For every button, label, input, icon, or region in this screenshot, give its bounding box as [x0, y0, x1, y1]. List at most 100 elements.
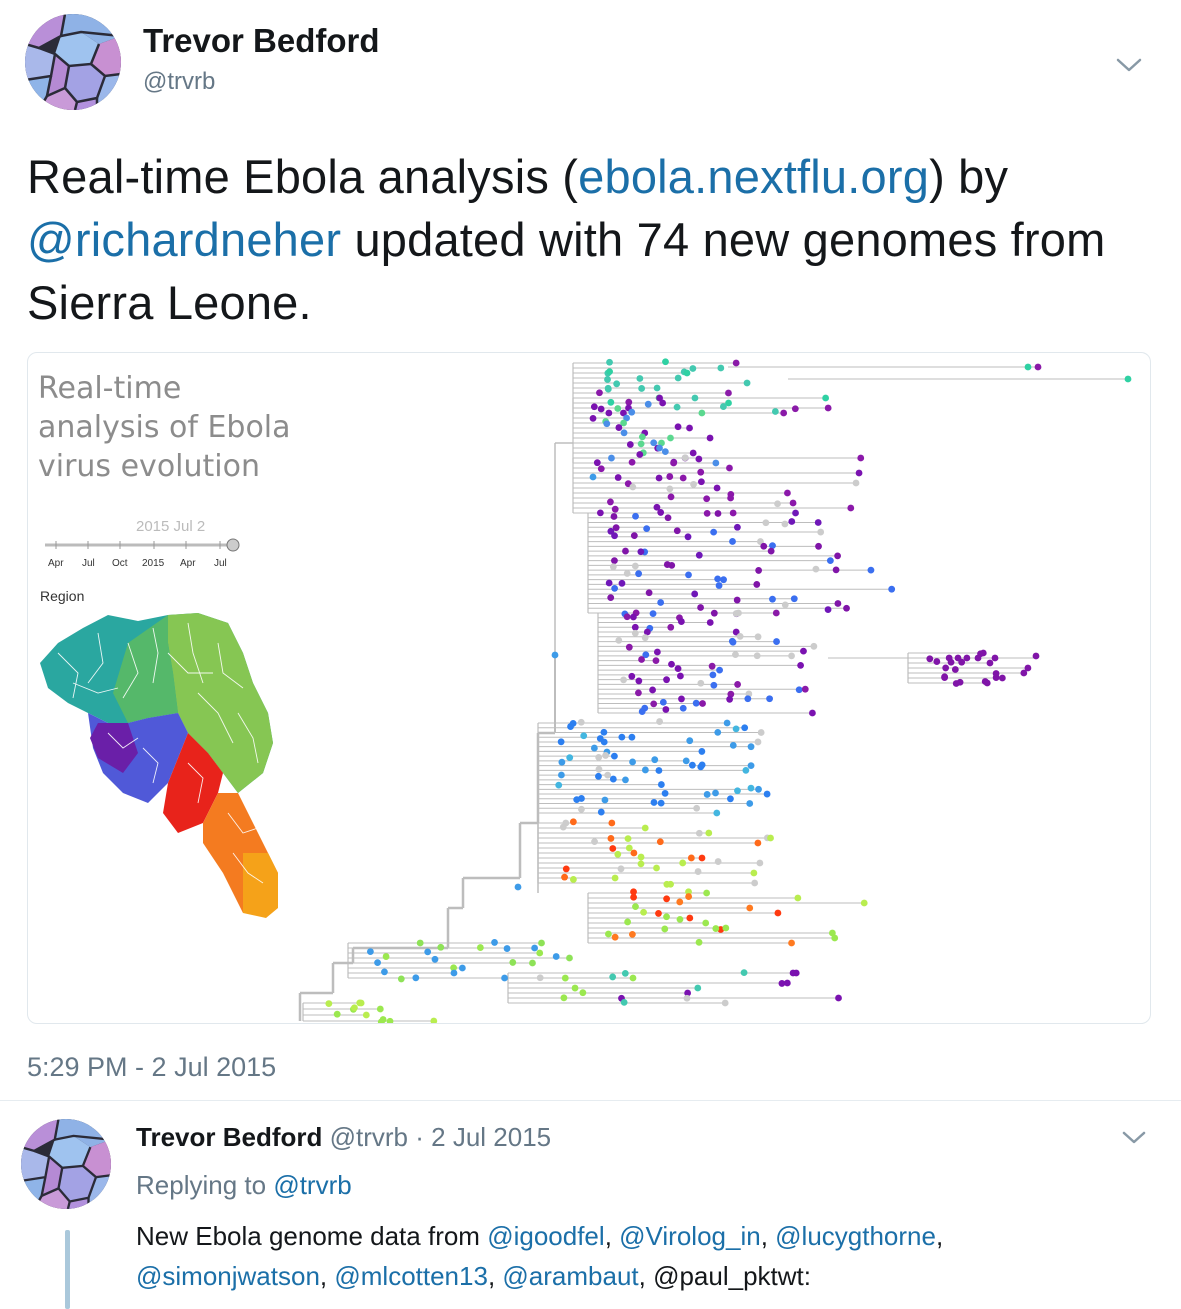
tweet-timestamp[interactable]: 5:29 PM - 2 Jul 2015: [27, 1052, 276, 1083]
tree-node: [653, 648, 661, 656]
tree-node: [637, 548, 645, 556]
tree-node: [557, 771, 565, 779]
timeline-slider[interactable]: [45, 538, 240, 552]
author-handle[interactable]: @trvrb: [143, 68, 215, 96]
timeline-tick: Apr: [180, 558, 196, 569]
tree-node: [589, 473, 597, 481]
tree-node: [600, 738, 608, 746]
mention-link[interactable]: @simonjwatson: [136, 1261, 320, 1291]
tree-node: [578, 805, 585, 813]
mention-link[interactable]: @igoodfel: [487, 1221, 604, 1251]
tree-node: [726, 695, 734, 703]
tree-node: [697, 478, 705, 486]
tree-node: [416, 939, 424, 947]
tree-node: [569, 818, 577, 826]
tree-node: [437, 943, 445, 951]
region-map: [40, 613, 278, 918]
tree-node: [750, 869, 758, 877]
tree-node: [755, 567, 763, 574]
tree-node: [623, 613, 631, 621]
tree-node: [788, 652, 795, 660]
tree-node: [710, 528, 718, 536]
tree-node: [947, 658, 955, 666]
tree-node: [625, 398, 633, 406]
tree-node: [376, 1005, 384, 1013]
reply-author-name[interactable]: Trevor Bedford: [136, 1122, 322, 1152]
tree-node: [666, 485, 674, 493]
tree-node: [734, 787, 741, 795]
tree-node: [789, 499, 797, 507]
tree-node: [691, 394, 699, 402]
tree-node: [450, 969, 458, 977]
tree-node: [755, 785, 762, 793]
tree-node: [662, 358, 669, 366]
tree-node: [650, 439, 658, 447]
author-name[interactable]: Trevor Bedford: [143, 22, 380, 60]
tree-node: [706, 434, 714, 442]
mention-link[interactable]: @lucygthorne: [775, 1221, 936, 1251]
tree-node: [628, 672, 636, 680]
tweet-link[interactable]: ebola.nextflu.org: [578, 150, 929, 203]
tree-node: [608, 454, 615, 462]
tree-node: [628, 408, 636, 416]
tree-node: [629, 974, 637, 982]
tree-node: [751, 879, 759, 887]
tweet-media-image[interactable]: Real-time analysis of Ebola virus evolut…: [27, 352, 1151, 1024]
tree-node: [767, 547, 775, 555]
tree-node: [655, 767, 663, 774]
tree-node: [635, 570, 643, 578]
tree-node: [692, 699, 700, 707]
mention-link[interactable]: @richardneher: [27, 213, 341, 266]
tree-node: [732, 725, 740, 733]
reply-author-avatar[interactable]: [21, 1119, 111, 1209]
tree-node: [637, 853, 645, 861]
mention-link[interactable]: @mlcotten13: [334, 1261, 488, 1291]
tree-node: [374, 959, 381, 967]
tree-node: [606, 358, 613, 366]
tree-node: [611, 752, 618, 760]
replying-to-link[interactable]: @trvrb: [273, 1170, 351, 1200]
tree-node: [674, 665, 682, 673]
tree-node: [645, 589, 653, 597]
tree-node: [611, 874, 619, 882]
mention-link[interactable]: @Virolog_in: [619, 1221, 761, 1251]
reply-date[interactable]: · 2 Jul 2015: [415, 1122, 551, 1152]
tree-node: [673, 527, 681, 535]
tree-node: [597, 465, 605, 473]
tree-node: [783, 979, 791, 987]
tree-node: [605, 579, 613, 587]
tree-node: [729, 509, 737, 517]
tree-node: [611, 557, 618, 565]
tree-node: [933, 658, 941, 665]
tree-node: [832, 566, 840, 574]
tree-node: [979, 649, 987, 657]
tree-node: [795, 686, 803, 694]
tree-node: [683, 994, 691, 1002]
chevron-down-icon[interactable]: [1120, 1128, 1148, 1148]
tree-node: [631, 629, 639, 637]
tree-node: [593, 459, 601, 467]
tree-node: [721, 999, 729, 1007]
tree-node: [430, 1017, 438, 1023]
tree-node: [561, 974, 569, 982]
tree-node: [725, 389, 732, 397]
reply-header: Trevor Bedford @trvrb · 2 Jul 2015: [136, 1122, 551, 1153]
mention-link[interactable]: @arambaut: [502, 1261, 638, 1291]
tree-node: [713, 484, 721, 492]
tree-node: [643, 525, 651, 533]
tree-node: [814, 519, 822, 526]
tree-node: [757, 729, 765, 736]
tree-node: [628, 458, 636, 466]
reply-author-handle[interactable]: @trvrb: [330, 1122, 408, 1152]
tree-node: [741, 724, 749, 732]
author-avatar[interactable]: [25, 14, 121, 110]
tree-node: [615, 424, 623, 431]
chevron-down-icon[interactable]: [1114, 54, 1144, 76]
tree-node: [790, 595, 798, 603]
tree-node: [609, 563, 617, 571]
tree-node: [834, 600, 842, 607]
tree-node: [781, 520, 789, 528]
timeline-tick: Jul: [82, 558, 95, 569]
tree-node: [649, 686, 656, 694]
tree-node: [557, 738, 565, 746]
